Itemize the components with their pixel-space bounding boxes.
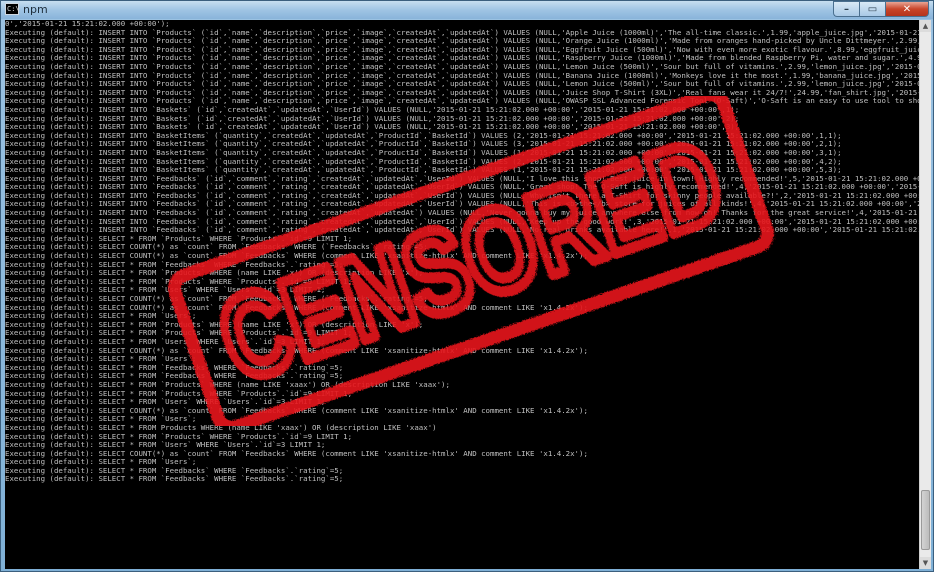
console-line: Executing (default): SELECT * FROM `Prod… (5, 380, 450, 389)
console-line: Executing (default): SELECT COUNT(*) as … (5, 303, 588, 312)
console-line: Executing (default): SELECT * FROM `User… (5, 312, 197, 321)
console-line: Executing (default): INSERT INTO `Produc… (5, 88, 919, 97)
console-line: Executing (default): SELECT * FROM `User… (5, 286, 326, 295)
console-line: Executing (default): SELECT COUNT(*) as … (5, 243, 428, 252)
console-line: Executing (default): SELECT COUNT(*) as … (5, 252, 588, 261)
console-line: Executing (default): SELECT * FROM `Prod… (5, 389, 353, 398)
console-line: Executing (default): SELECT * FROM `Feed… (5, 475, 344, 484)
console-line: Executing (default): INSERT INTO `Feedba… (5, 191, 919, 200)
scroll-down-arrow-icon[interactable]: ▼ (920, 557, 931, 569)
scroll-up-arrow-icon[interactable]: ▲ (920, 20, 931, 32)
console-line: Executing (default): SELECT * FROM `User… (5, 398, 326, 407)
console-line: Executing (default): SELECT COUNT(*) as … (5, 346, 588, 355)
console-line: Executing (default): INSERT INTO `Produc… (5, 62, 919, 71)
console-line: Executing (default): SELECT * FROM `Prod… (5, 277, 353, 286)
console-line: Executing (default): INSERT INTO `Basket… (5, 157, 842, 166)
console-line: Executing (default): SELECT * FROM `Feed… (5, 466, 344, 475)
scroll-thumb[interactable] (921, 490, 930, 550)
console-line: Executing (default): SELECT * FROM `Prod… (5, 234, 353, 243)
console-line: Executing (default): SELECT * FROM `Prod… (5, 269, 424, 278)
console-icon: C:\ (5, 3, 20, 15)
console-line: Executing (default): INSERT INTO `Basket… (5, 105, 740, 114)
console-line: Executing (default): INSERT INTO `Basket… (5, 166, 842, 175)
title-bar[interactable]: C:\ npm – ▭ ✕ (1, 1, 933, 19)
console-line: Executing (default): INSERT INTO `Produc… (5, 37, 919, 46)
console-line: Executing (default): SELECT * FROM `User… (5, 337, 326, 346)
console-line: Executing (default): SELECT * FROM `Feed… (5, 260, 344, 269)
console-line: Executing (default): INSERT INTO `Produc… (5, 54, 919, 63)
console-line: Executing (default): SELECT * FROM `Prod… (5, 432, 353, 441)
console-line: Executing (default): INSERT INTO `Produc… (5, 71, 919, 80)
console-line: Executing (default): SELECT * FROM `User… (5, 458, 197, 467)
console-line: Executing (default): SELECT * FROM `Prod… (5, 320, 424, 329)
minimize-button[interactable]: – (833, 1, 859, 17)
console-line: Executing (default): SELECT * FROM `User… (5, 441, 326, 450)
console-line: Executing (default): SELECT * FROM Produ… (5, 423, 437, 432)
console-line: Executing (default): INSERT INTO `Basket… (5, 148, 842, 157)
console-window: C:\ npm – ▭ ✕ 0','2015-01-21 15:21:02.00… (0, 0, 934, 572)
console-line: 0','2015-01-21 15:21:02.000 +00:00'); (5, 20, 170, 28)
console-line: Executing (default): INSERT INTO `Produc… (5, 28, 919, 37)
window-controls: – ▭ ✕ (833, 1, 929, 18)
console-line: Executing (default): INSERT INTO `Feedba… (5, 226, 919, 235)
console-line: Executing (default): INSERT INTO `Feedba… (5, 183, 919, 192)
maximize-button[interactable]: ▭ (859, 1, 885, 17)
console-line: Executing (default): SELECT * FROM `Feed… (5, 363, 344, 372)
console-line: Executing (default): INSERT INTO `Basket… (5, 140, 842, 149)
console-line: Executing (default): SELECT * FROM `User… (5, 415, 197, 424)
console-line: Executing (default): INSERT INTO `Produc… (5, 80, 919, 89)
console-line: Executing (default): INSERT INTO `Produc… (5, 97, 919, 106)
console-line: Executing (default): SELECT COUNT(*) as … (5, 295, 428, 303)
console-line: Executing (default): INSERT INTO `Produc… (5, 45, 919, 54)
console-line: Executing (default): SELECT COUNT(*) as … (5, 449, 588, 458)
console-line: Executing (default): SELECT COUNT(*) as … (5, 406, 588, 415)
console-line: Executing (default): SELECT * FROM `User… (5, 355, 197, 364)
console-output[interactable]: 0','2015-01-21 15:21:02.000 +00:00'); Exe… (5, 20, 919, 569)
console-line: Executing (default): INSERT INTO `Feedba… (5, 217, 919, 226)
close-button[interactable]: ✕ (885, 1, 929, 17)
console-line: Executing (default): INSERT INTO `Basket… (5, 114, 740, 123)
console-line: Executing (default): SELECT * FROM `Feed… (5, 372, 344, 381)
console-lines: 0','2015-01-21 15:21:02.000 +00:00'); Exe… (5, 20, 919, 493)
console-line: Executing (default): INSERT INTO `Basket… (5, 131, 842, 140)
vertical-scrollbar[interactable]: ▲ ▼ (919, 20, 931, 569)
console-line: Executing (default): INSERT INTO `Feedba… (5, 200, 919, 209)
console-line: Executing (default): INSERT INTO `Basket… (5, 123, 740, 132)
console-line: Executing (default): INSERT INTO `Feedba… (5, 174, 919, 183)
console-line: Executing (default): INSERT INTO `Feedba… (5, 209, 918, 218)
console-line: Executing (default): SELECT * FROM `Prod… (5, 329, 353, 338)
window-title: npm (23, 3, 48, 16)
